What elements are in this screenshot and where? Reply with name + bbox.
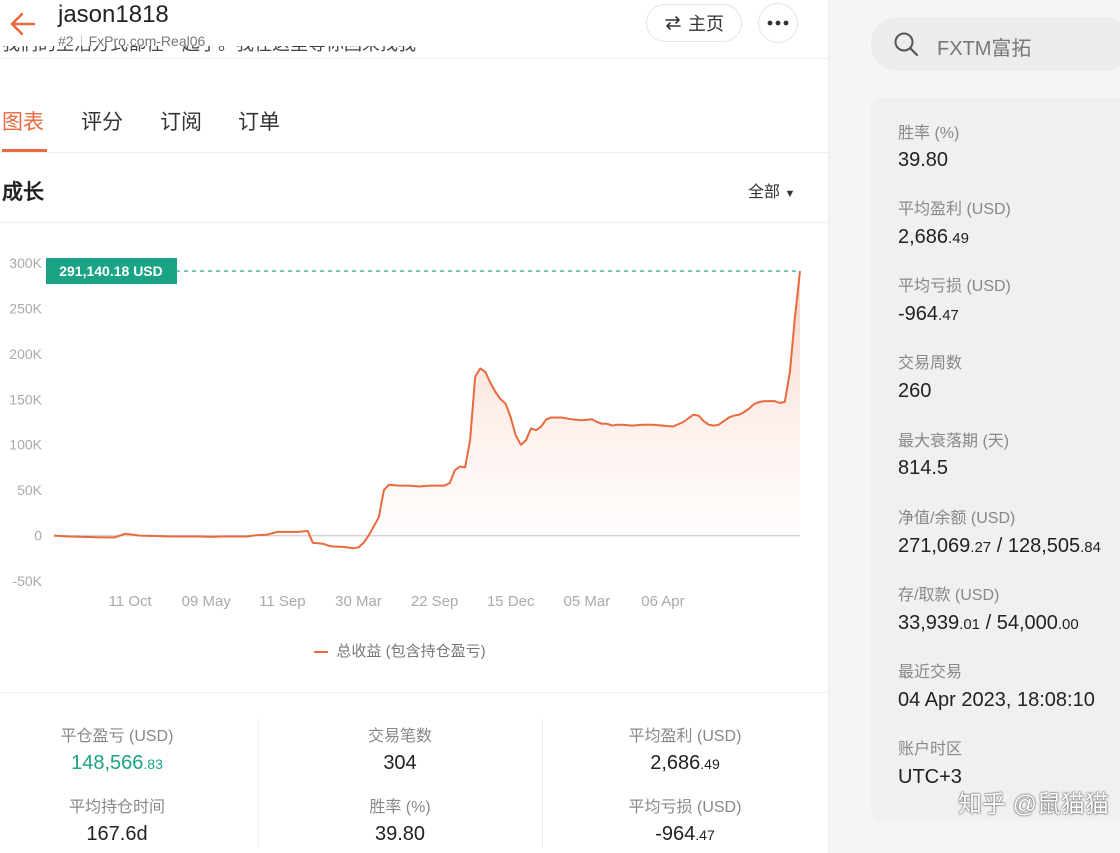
- stat-value: 39.80: [374, 823, 426, 845]
- sidebar: FXTM富拓 胜率 (%) 39.80 平均盈利 (USD) 2,686.49 …: [829, 0, 1120, 853]
- y-tick-label: 150K: [9, 391, 42, 407]
- tab-rating[interactable]: 评分: [81, 106, 123, 136]
- metric-label: 最近交易: [898, 664, 963, 681]
- metric-label: 最大衰落期 (天): [898, 433, 1010, 450]
- x-tick-label: 11 Sep: [259, 593, 305, 610]
- stats-column-divider: [542, 718, 543, 848]
- search-placeholder: FXTM富拓: [937, 38, 1032, 60]
- y-tick-label: 50K: [17, 482, 43, 498]
- stat-avg-profit: 平均盈利 (USD) 2,686.49: [585, 722, 785, 775]
- swap-icon: [665, 16, 681, 30]
- metric-value: 814.5: [898, 457, 949, 479]
- main-panel: jason1818 #2FxPro.com-Real06 主页 我们的生活方式都…: [0, 0, 829, 853]
- stat-label: 平均持仓时间: [68, 799, 165, 816]
- search-icon: [894, 32, 919, 57]
- stat-avg-loss: 平均亏损 (USD) -964.47: [585, 793, 785, 846]
- range-dropdown[interactable]: 全部 ▼: [748, 178, 795, 202]
- stat-avg-hold-time: 平均持仓时间 167.6d: [17, 793, 217, 846]
- metric-value: 260: [898, 380, 932, 402]
- chart-legend[interactable]: 总收益 (包含持仓盈亏): [0, 640, 800, 661]
- stat-trade-count: 交易笔数 304: [300, 722, 500, 775]
- metric-value: 04 Apr 2023, 18:08:10: [898, 689, 1095, 711]
- x-tick-label: 15 Dec: [487, 593, 535, 610]
- metric-label: 平均盈利 (USD): [898, 201, 1011, 218]
- tab-bar: 图表 评分 订阅 订单: [0, 96, 828, 153]
- stats-divider: [0, 692, 828, 693]
- stats-column-divider: [258, 718, 259, 848]
- section-divider: [0, 222, 828, 223]
- username: jason1818: [58, 1, 169, 28]
- y-tick-label: 100K: [9, 437, 42, 453]
- metric-label: 平均亏损 (USD): [898, 278, 1011, 295]
- x-tick-label: 09 May: [182, 593, 232, 610]
- search-input[interactable]: FXTM富拓: [871, 17, 1120, 71]
- x-tick-label: 05 Mar: [564, 593, 611, 610]
- stat-label: 平仓盈亏 (USD): [60, 728, 174, 745]
- home-button-label: 主页: [688, 14, 724, 34]
- metric-label: 净值/余额 (USD): [898, 510, 1016, 527]
- stat-value: 304: [383, 752, 417, 774]
- back-arrow-icon[interactable]: [8, 10, 36, 38]
- caret-down-icon: ▼: [784, 188, 796, 200]
- metric-label: 账户时区: [898, 741, 963, 758]
- metric-value: 39.80: [898, 149, 949, 171]
- legend-swatch: [314, 651, 329, 654]
- metric-value: 2,686.49: [898, 226, 969, 248]
- y-tick-label: 200K: [9, 346, 42, 362]
- x-tick-label: 22 Sep: [411, 593, 459, 610]
- tab-orders[interactable]: 订单: [238, 106, 280, 136]
- stat-closed-pnl: 平仓盈亏 (USD) 148,566.83: [17, 722, 217, 775]
- home-button[interactable]: 主页: [646, 4, 742, 42]
- stat-label: 交易笔数: [367, 728, 432, 745]
- stat-label: 平均亏损 (USD): [628, 799, 742, 816]
- metric-value: -964.47: [898, 303, 959, 325]
- metric-value: 271,069.27 / 128,505.84: [898, 535, 1101, 557]
- x-tick-label: 30 Mar: [335, 593, 382, 610]
- section-title: 成长: [2, 181, 44, 204]
- metric-label: 存/取款 (USD): [898, 587, 1000, 604]
- stat-value: 148,566.83: [71, 752, 163, 774]
- tab-chart[interactable]: 图表: [2, 106, 44, 136]
- stat-win-rate: 胜率 (%) 39.80: [300, 793, 500, 846]
- y-tick-label: 0: [34, 528, 42, 544]
- metric-value: 33,939.01 / 54,000.00: [898, 612, 1079, 634]
- stat-label: 胜率 (%): [369, 799, 431, 816]
- range-dropdown-label: 全部: [748, 184, 781, 201]
- x-tick-label: 06 Apr: [641, 593, 684, 610]
- bio-text: 我们的生活方式都在一起了。我在这里等你回来找我: [2, 46, 416, 58]
- watermark: 知乎 @鼠猫猫: [958, 791, 1110, 818]
- stat-value: 167.6d: [86, 823, 148, 845]
- y-tick-label: 300K: [9, 255, 42, 271]
- stat-value: 2,686.49: [650, 752, 720, 774]
- legend-label: 总收益 (包含持仓盈亏): [336, 643, 486, 660]
- growth-chart[interactable]: 300K 250K 200K 150K 100K 50K 0 -50K 11 Oct 09 May…: [0, 230, 828, 620]
- metric-label: 交易周数: [898, 355, 963, 372]
- metric-value: UTC+3: [898, 766, 962, 788]
- metrics-panel: 胜率 (%) 39.80 平均盈利 (USD) 2,686.49 平均亏损 (U…: [871, 98, 1120, 820]
- active-tab-indicator: [2, 149, 47, 152]
- y-tick-label: 250K: [9, 300, 42, 316]
- y-tick-label: -50K: [12, 573, 42, 589]
- more-button[interactable]: [758, 3, 798, 43]
- metric-label: 胜率 (%): [898, 125, 960, 142]
- series-area: [54, 271, 800, 549]
- stat-value: -964.47: [655, 823, 715, 845]
- stat-label: 平均盈利 (USD): [628, 728, 742, 745]
- more-dots-icon: [767, 20, 789, 26]
- tab-subscribe[interactable]: 订阅: [160, 106, 202, 136]
- last-value-label: 291,140.18 USD: [59, 263, 163, 279]
- x-tick-label: 11 Oct: [109, 593, 153, 610]
